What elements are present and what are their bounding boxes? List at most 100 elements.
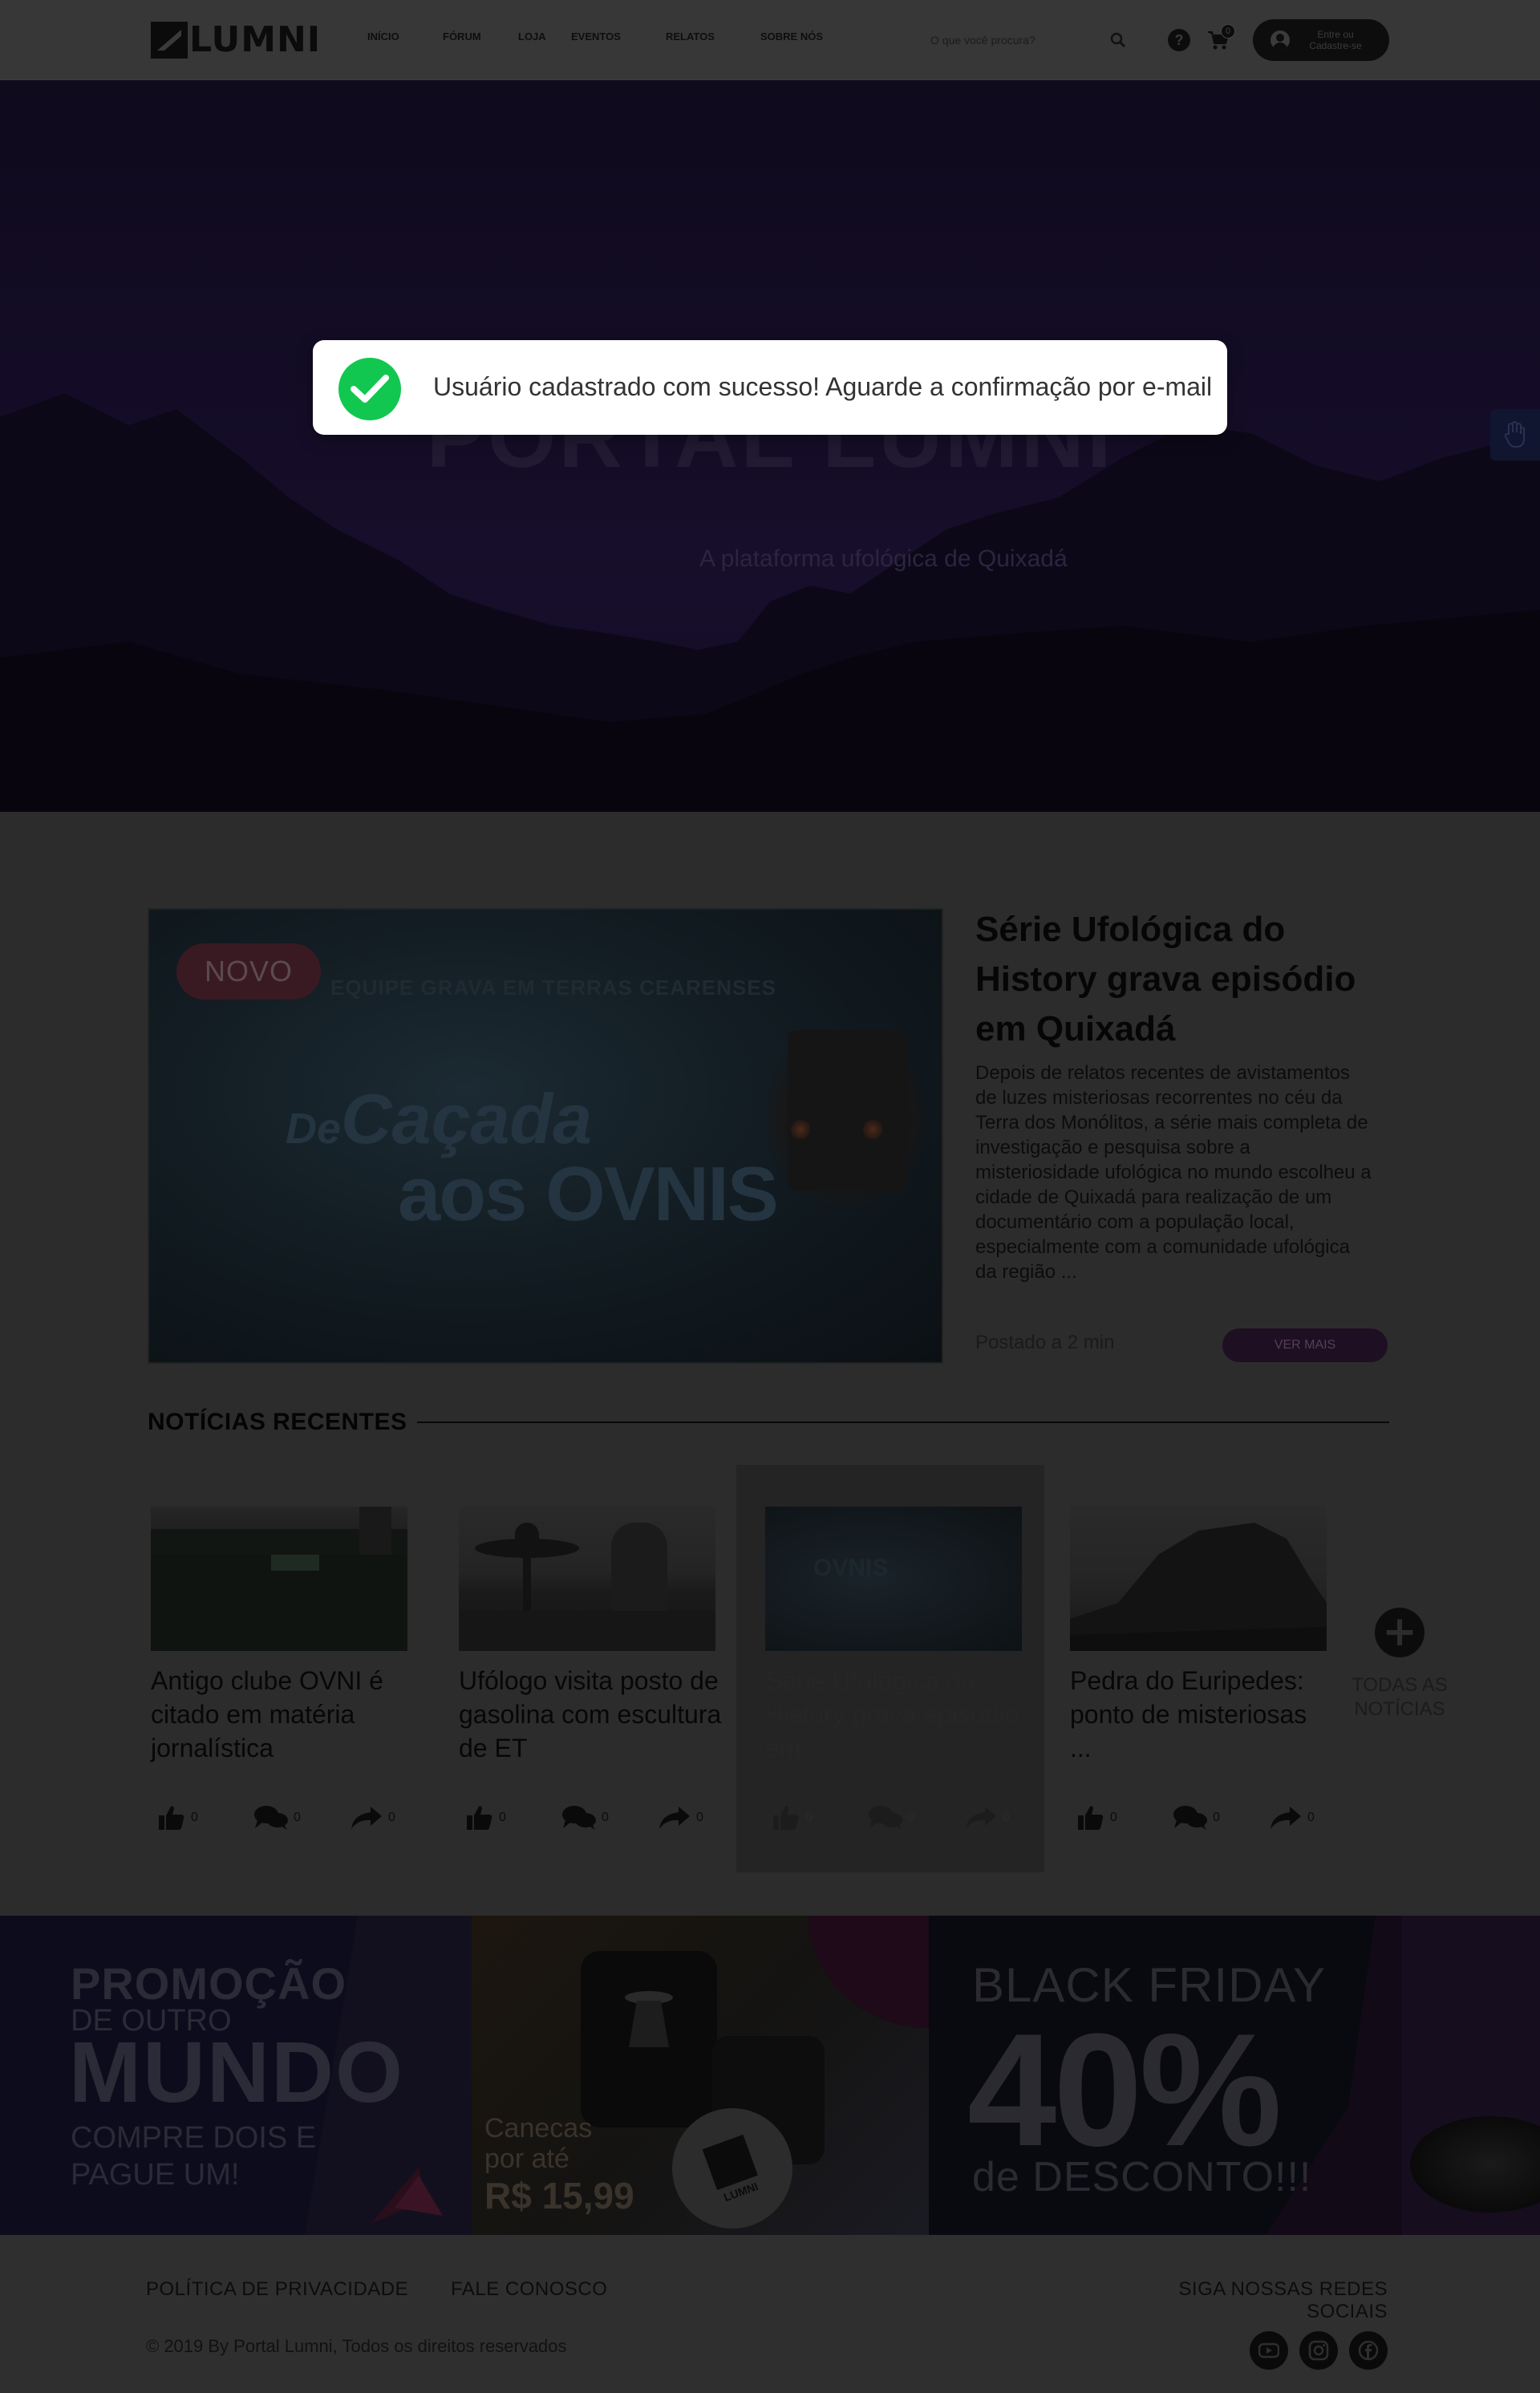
success-toast[interactable]: Usuário cadastrado com sucesso! Aguarde … [313, 340, 1227, 435]
like-button[interactable]: 0 [157, 1802, 198, 1834]
share-button[interactable]: 0 [1269, 1802, 1315, 1834]
share-button[interactable]: 0 [658, 1802, 703, 1834]
comment-button[interactable]: 0 [253, 1802, 301, 1834]
comments-icon [254, 1806, 288, 1830]
nav-item-loja[interactable]: LOJA [518, 30, 571, 43]
featured-text: Depois de relatos recentes de avistament… [975, 1062, 1372, 1283]
section-title-recent-news: NOTÍCIAS RECENTES [148, 1409, 407, 1435]
promo-banner-black-friday[interactable]: BLACK FRIDAY 40% de DESCONTO!!! [929, 1916, 1540, 2235]
social-label: SIGA NOSSAS REDES SOCIAIS [1178, 2278, 1388, 2322]
nav-item-eventos[interactable]: EVENTOS [571, 30, 666, 43]
promo-banner-canecas[interactable]: LUMNI Canecas por até R$ 15,99 [472, 1916, 929, 2235]
hero-banner: PORTAL LUMNI A plataforma ufológica de Q… [0, 80, 1540, 812]
like-count: 0 [191, 1811, 198, 1824]
rock-monolith-shape [1070, 1523, 1327, 1651]
news-card-image[interactable] [1070, 1507, 1327, 1651]
search-bar [930, 26, 1131, 54]
toast-message: Usuário cadastrado com sucesso! Aguarde … [433, 372, 1213, 401]
accessibility-button[interactable] [1490, 409, 1540, 460]
news-card[interactable]: Pedra do Euripedes: ponto de misteriosas… [1044, 1465, 1352, 1872]
news-card-image[interactable] [151, 1507, 407, 1651]
nav-item-forum[interactable]: FÓRUM [443, 30, 518, 43]
news-card-title[interactable]: Ufólogo visita posto de gasolina com esc… [459, 1664, 723, 1765]
news-card-actions: 0 0 0 [465, 1802, 706, 1834]
hero-subtitle: A plataforma ufológica de Quixadá [699, 546, 1068, 572]
news-card-title[interactable]: Série Ufológica do History grava episódi… [765, 1664, 1030, 1765]
headlight [791, 1120, 810, 1139]
thumbs-up-icon [1078, 1806, 1104, 1830]
help-icon[interactable]: ? [1168, 29, 1190, 51]
thumbnail-logo: OVNIS [813, 1555, 889, 1581]
share-icon [966, 1807, 996, 1829]
promo-left-line4: COMPRE DOIS E PAGUE UM! [71, 2121, 317, 2192]
search-icon[interactable] [1108, 30, 1128, 50]
comment-button[interactable]: 0 [868, 1802, 915, 1834]
nav-item-sobre-nos[interactable]: SOBRE NÓS [760, 30, 849, 43]
sign-shape [271, 1555, 319, 1571]
like-button[interactable]: 0 [465, 1802, 506, 1834]
site-logo[interactable]: LUMNI [151, 21, 321, 59]
instagram-icon[interactable] [1299, 2331, 1338, 2370]
nav-item-inicio[interactable]: INÍCIO [367, 30, 443, 43]
featured-title[interactable]: Série Ufológica do History grava episódi… [975, 905, 1392, 1054]
share-icon [351, 1807, 382, 1829]
news-card-image[interactable] [459, 1507, 715, 1651]
share-count: 0 [388, 1811, 395, 1824]
like-count: 0 [499, 1811, 506, 1824]
featured-image[interactable]: NOVO EQUIPE GRAVA EM TERRAS CEARENSES De… [148, 908, 943, 1364]
share-icon [1270, 1807, 1301, 1829]
site-footer: POLÍTICA DE PRIVACIDADE FALE CONOSCO SIG… [0, 2235, 1540, 2393]
featured-image-vehicle [788, 1030, 908, 1190]
comment-count: 0 [908, 1811, 915, 1824]
thumbs-up-icon [467, 1806, 492, 1830]
privacy-policy-link[interactable]: POLÍTICA DE PRIVACIDADE [146, 2278, 408, 2301]
logo-text: LUMNI [189, 19, 322, 60]
news-card-actions: 0 0 0 [157, 1802, 398, 1834]
comment-count: 0 [602, 1811, 609, 1824]
news-card-active[interactable]: OVNIS Série Ufológica do History grava e… [736, 1465, 1044, 1872]
thumbs-up-icon [773, 1806, 799, 1830]
like-button[interactable]: 0 [772, 1802, 813, 1834]
featured-posted-time: Postado a 2 min [975, 1332, 1115, 1353]
featured-image-caption: EQUIPE GRAVA EM TERRAS CEARENSES [330, 975, 776, 1000]
like-button[interactable]: 0 [1076, 1802, 1117, 1834]
headlight [863, 1120, 882, 1139]
youtube-icon[interactable] [1250, 2331, 1288, 2370]
news-card[interactable]: Ufólogo visita posto de gasolina com esc… [433, 1465, 741, 1872]
hand-icon [1504, 421, 1525, 448]
share-button[interactable]: 0 [350, 1802, 395, 1834]
news-card-actions: 0 0 0 [772, 1802, 1012, 1834]
ver-mais-button[interactable]: VER MAIS [1222, 1328, 1388, 1362]
search-input[interactable] [930, 34, 1099, 47]
comment-button[interactable]: 0 [1173, 1802, 1220, 1834]
check-icon [338, 358, 401, 420]
promo-right-line3: de DESCONTO!!! [972, 2154, 1312, 2200]
promo-left-line3: MUNDO [69, 2023, 404, 2120]
news-card-title[interactable]: Antigo clube OVNI é citado em matéria jo… [151, 1664, 415, 1765]
news-card[interactable]: Antigo clube OVNI é citado em matéria jo… [125, 1465, 433, 1872]
comments-icon [562, 1806, 596, 1830]
share-button[interactable]: 0 [964, 1802, 1010, 1834]
news-card-actions: 0 0 0 [1076, 1802, 1317, 1834]
like-count: 0 [1110, 1811, 1117, 1824]
share-count: 0 [696, 1811, 703, 1824]
nav-item-relatos[interactable]: RELATOS [666, 30, 760, 43]
copyright: © 2019 By Portal Lumni, Todos os direito… [146, 2336, 567, 2356]
comment-button[interactable]: 0 [561, 1802, 609, 1834]
cart-count-badge: 0 [1221, 24, 1235, 39]
plus-icon: + [1375, 1608, 1424, 1657]
tree-shape [359, 1507, 391, 1555]
promo-banner-outro-mundo[interactable]: PROMOÇÃO DE OUTRO MUNDO COMPRE DOIS E PA… [0, 1916, 472, 2235]
all-news-button[interactable]: + TODAS AS NOTÍCIAS [1348, 1608, 1452, 1728]
facebook-icon[interactable] [1349, 2331, 1388, 2370]
login-button[interactable]: Entre ou Cadastre-se [1253, 19, 1389, 61]
share-count: 0 [1307, 1811, 1315, 1824]
contact-link[interactable]: FALE CONOSCO [451, 2278, 607, 2301]
promo-right-discount: 40% [967, 2001, 1282, 2180]
featured-image-logo-line1: DeCaçada [286, 1079, 593, 1158]
like-count: 0 [805, 1811, 813, 1824]
news-card-image[interactable]: OVNIS [765, 1507, 1022, 1651]
triangle-logo-icon [371, 2168, 443, 2224]
cart-button[interactable]: 0 [1206, 24, 1235, 53]
news-card-title[interactable]: Pedra do Euripedes: ponto de misteriosas… [1070, 1664, 1335, 1765]
